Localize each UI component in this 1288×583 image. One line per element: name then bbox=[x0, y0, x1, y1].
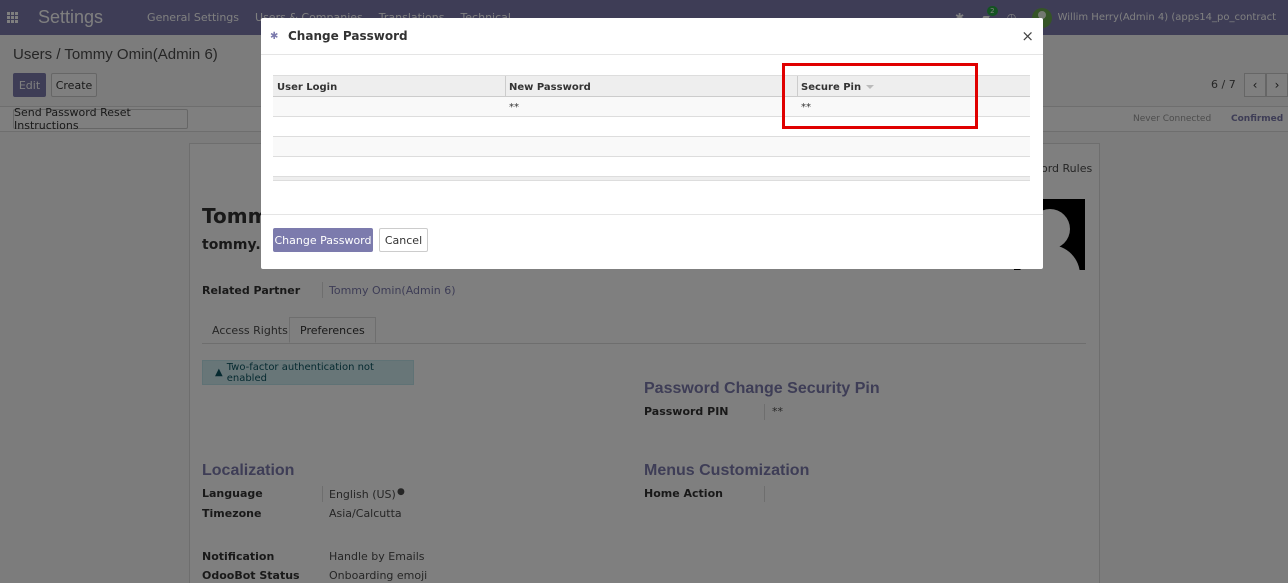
change-password-button[interactable]: Change Password bbox=[273, 228, 373, 252]
cancel-button[interactable]: Cancel bbox=[379, 228, 428, 252]
bug-icon: ✱ bbox=[270, 30, 279, 42]
change-password-dialog: ✱ Change Password × User Login New Passw… bbox=[261, 18, 1043, 269]
modal-footer: Change Password Cancel bbox=[261, 214, 1043, 269]
close-icon[interactable]: × bbox=[1021, 27, 1034, 45]
modal-title: Change Password bbox=[288, 29, 408, 43]
empty-row bbox=[273, 137, 1030, 157]
column-new-password[interactable]: New Password bbox=[505, 76, 797, 98]
empty-row bbox=[273, 157, 1030, 177]
column-user-login[interactable]: User Login bbox=[273, 76, 505, 98]
cell-user-login[interactable] bbox=[273, 97, 277, 117]
cell-new-password[interactable]: ** bbox=[505, 97, 519, 117]
modal-header: ✱ Change Password × bbox=[261, 18, 1043, 55]
secure-pin-highlight-box bbox=[782, 63, 978, 129]
grid-footer bbox=[273, 177, 1030, 181]
